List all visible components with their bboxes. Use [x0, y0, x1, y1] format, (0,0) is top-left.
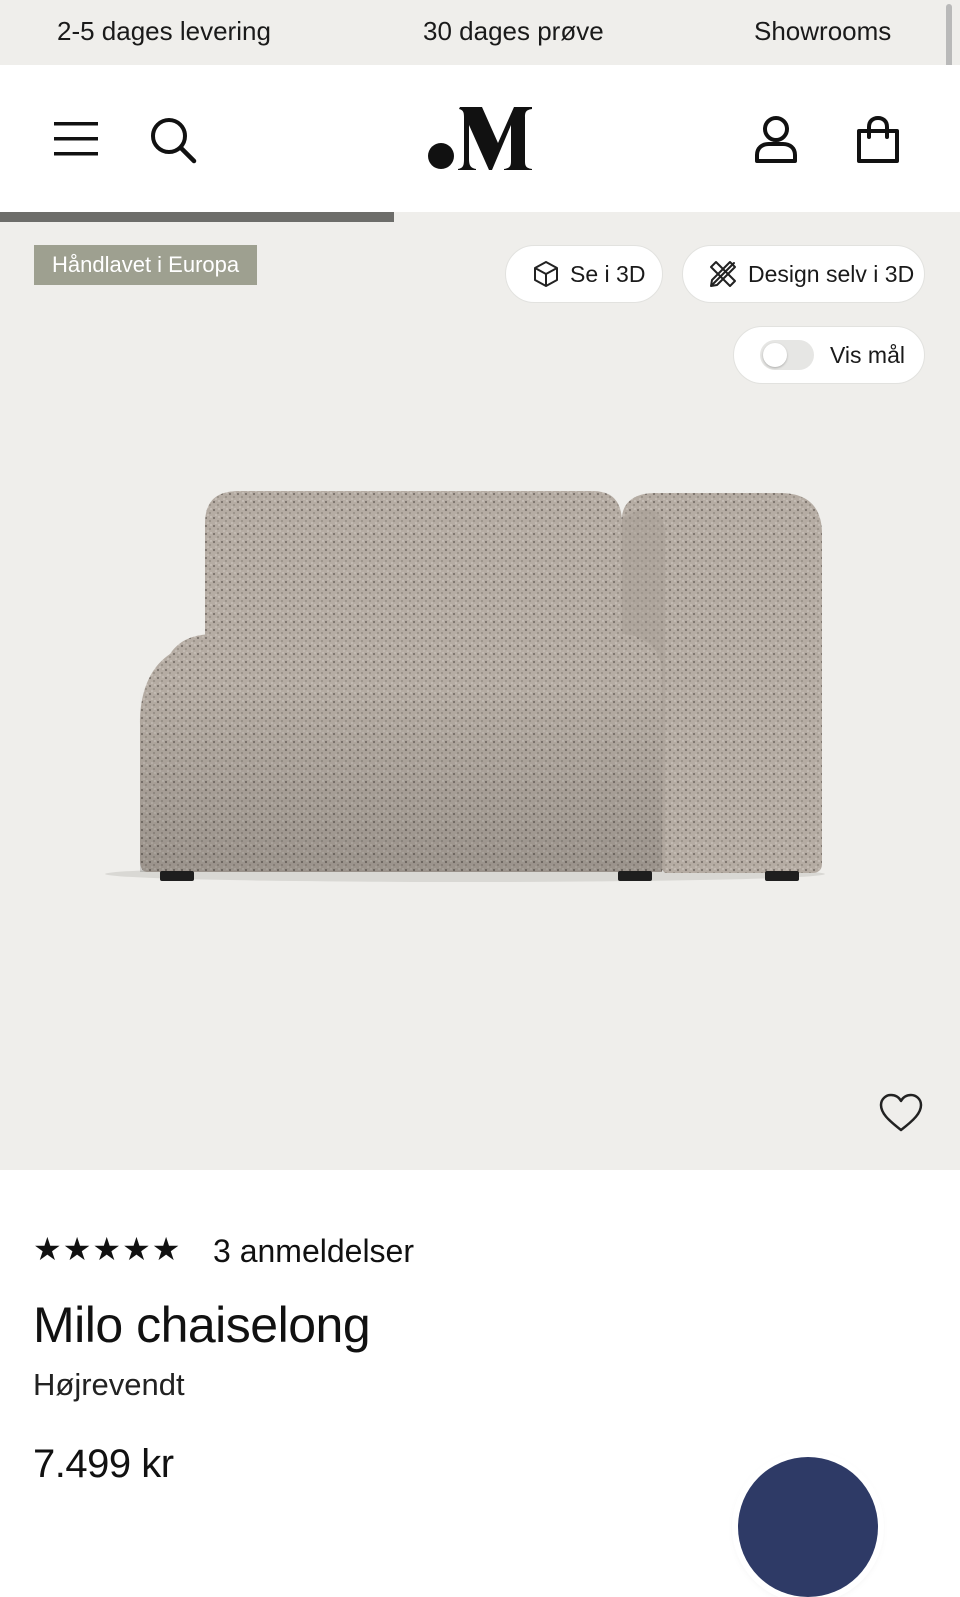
- delivery-info: 2-5 dages levering: [57, 16, 271, 46]
- design-3d-label: Design selv i 3D: [748, 260, 915, 287]
- view-3d-button[interactable]: Se i 3D: [505, 245, 663, 303]
- handmade-badge: Håndlavet i Europa: [34, 245, 258, 285]
- trial-info: 30 dages prøve: [423, 16, 604, 46]
- rating-stars[interactable]: ★★★★★: [33, 1230, 181, 1268]
- design-3d-button[interactable]: Design selv i 3D: [682, 245, 925, 303]
- switch-knob: [763, 343, 787, 367]
- gallery-progress-fill: [0, 212, 394, 222]
- product-image[interactable]: [100, 484, 840, 884]
- product-info: ★★★★★ 3 anmeldelser Milo chaiselong Højr…: [0, 1170, 960, 1597]
- measure-label: Vis mål: [830, 341, 905, 368]
- menu-icon[interactable]: [54, 120, 100, 158]
- measure-toggle[interactable]: Vis mål: [733, 326, 925, 384]
- product-price: 7.499 kr: [33, 1442, 174, 1486]
- view-3d-label: Se i 3D: [570, 260, 646, 287]
- measure-switch[interactable]: [760, 340, 814, 370]
- account-icon[interactable]: [753, 115, 799, 165]
- product-variant: Højrevendt: [33, 1367, 185, 1402]
- cube-icon: [534, 261, 558, 287]
- bag-icon[interactable]: [855, 115, 901, 165]
- chat-button[interactable]: [738, 1457, 878, 1597]
- gallery-progress: [0, 212, 960, 222]
- announcement-bar: 2-5 dages levering 30 dages prøve Showro…: [0, 0, 960, 65]
- brand-logo[interactable]: [426, 105, 534, 171]
- reviews-link[interactable]: 3 anmeldelser: [213, 1233, 414, 1270]
- showrooms-link[interactable]: Showrooms: [754, 16, 891, 47]
- favorite-heart-icon[interactable]: [878, 1092, 924, 1134]
- main-header: [0, 65, 960, 212]
- search-icon[interactable]: [148, 115, 198, 165]
- design-tools-icon: [710, 261, 736, 287]
- product-gallery[interactable]: Håndlavet i Europa Se i 3D Design selv i…: [0, 222, 960, 1170]
- product-title: Milo chaiselong: [33, 1297, 371, 1353]
